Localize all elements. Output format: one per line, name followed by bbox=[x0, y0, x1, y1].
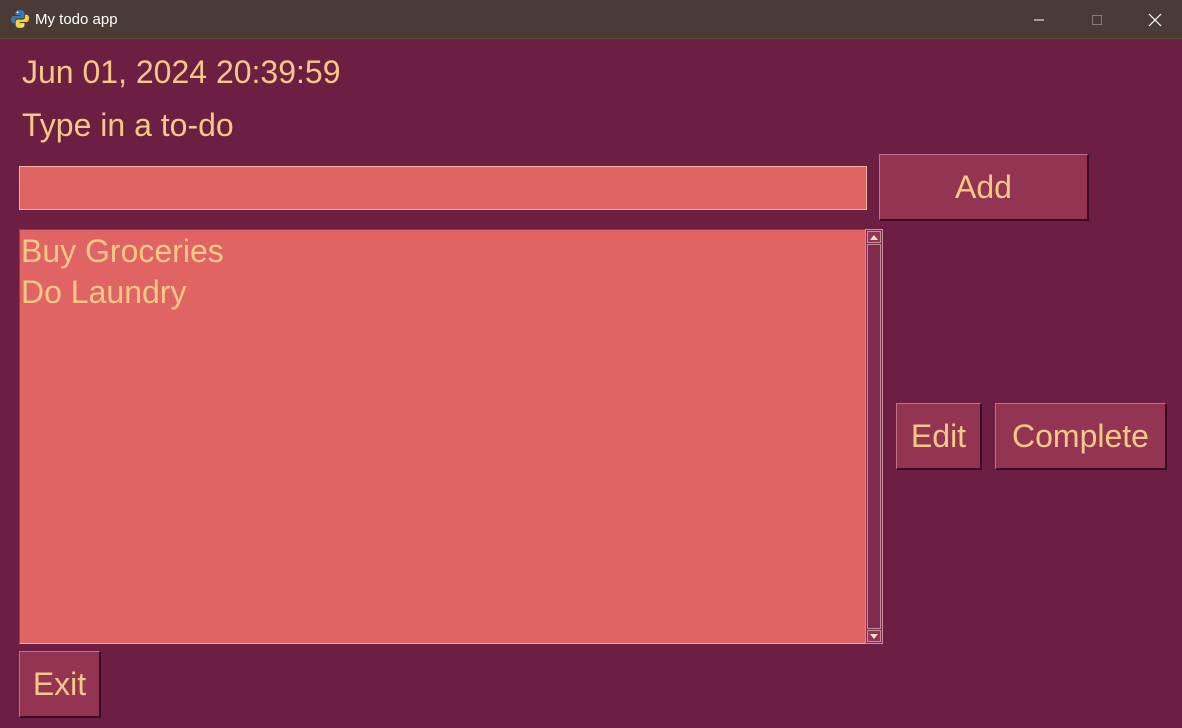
todo-list-scrollbar[interactable] bbox=[865, 229, 883, 644]
maximize-button[interactable] bbox=[1068, 0, 1126, 39]
minimize-icon bbox=[1034, 19, 1044, 20]
scroll-up-button[interactable] bbox=[867, 231, 881, 243]
todo-prompt-label: Type in a to-do bbox=[22, 107, 234, 143]
python-icon bbox=[10, 9, 30, 29]
todo-input[interactable] bbox=[19, 166, 867, 210]
add-button[interactable]: Add bbox=[879, 154, 1089, 221]
list-item[interactable]: Do Laundry bbox=[20, 272, 866, 313]
clock-label: Jun 01, 2024 20:39:59 bbox=[22, 54, 341, 90]
exit-button[interactable]: Exit bbox=[19, 651, 101, 718]
minimize-button[interactable] bbox=[1010, 0, 1068, 39]
title-bar: My todo app bbox=[0, 0, 1182, 39]
maximize-icon bbox=[1092, 14, 1102, 25]
app-window: My todo app Jun 01, 2024 20:39:59 Type i… bbox=[0, 0, 1182, 728]
close-button[interactable] bbox=[1126, 0, 1182, 39]
list-item[interactable]: Buy Groceries bbox=[20, 231, 866, 272]
complete-button[interactable]: Complete bbox=[995, 403, 1167, 470]
arrow-down-icon bbox=[870, 633, 878, 639]
todo-list[interactable]: Buy Groceries Do Laundry bbox=[19, 229, 866, 644]
arrow-up-icon bbox=[870, 234, 878, 240]
scroll-thumb[interactable] bbox=[867, 244, 881, 629]
edit-button[interactable]: Edit bbox=[896, 403, 982, 470]
close-icon bbox=[1148, 13, 1162, 26]
window-title: My todo app bbox=[35, 11, 118, 28]
scroll-down-button[interactable] bbox=[867, 630, 881, 642]
